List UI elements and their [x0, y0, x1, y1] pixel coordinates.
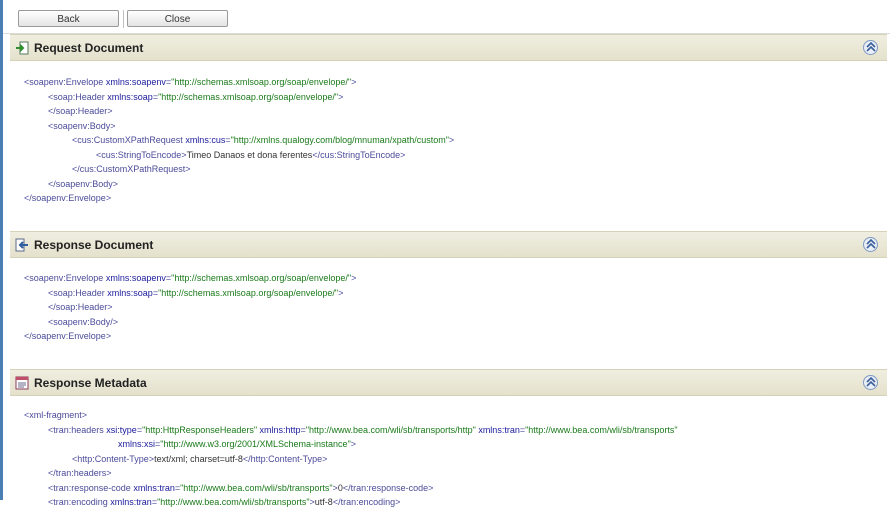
xml-token: >	[351, 77, 357, 87]
double-chevron-up-icon	[866, 377, 876, 387]
xml-line: <soapenv:Body>	[24, 119, 454, 134]
collapse-response-button[interactable]	[863, 237, 878, 252]
xml-line: <soap:Header xmlns:soap="http://schemas.…	[24, 286, 356, 301]
section-title: Response Document	[34, 238, 154, 252]
xml-token: <http:Content-Type>	[72, 453, 155, 464]
xml-token: "http://www.bea.com/wli/sb/transports"	[180, 482, 333, 493]
collapse-metadata-button[interactable]	[863, 375, 878, 390]
close-button[interactable]: Close	[127, 10, 228, 27]
xml-token: "http://schemas.xmlsoap.org/soap/envelop…	[171, 77, 352, 87]
xml-token: "http://www.bea.com/wli/sb/transports"	[525, 424, 678, 435]
xml-token: </tran:response-code>	[342, 482, 434, 493]
xml-token: </cus:StringToEncode>	[312, 149, 406, 160]
xml-token: <soapenv:Envelope	[24, 77, 106, 87]
xml-line: <xml-fragment>	[24, 408, 678, 423]
xml-token: <soapenv:Body>	[48, 120, 116, 131]
request-document-header[interactable]: Request Document	[10, 34, 887, 61]
xml-token: "http://schemas.xmlsoap.org/soap/envelop…	[171, 273, 352, 283]
xml-token: xmlns:tran	[478, 424, 520, 435]
double-chevron-up-icon	[866, 42, 876, 52]
window-left-edge	[0, 0, 3, 500]
arrow-out-icon	[15, 238, 28, 252]
xml-line: </soapenv:Envelope>	[24, 329, 356, 344]
xml-token: </soap:Header>	[48, 302, 113, 312]
xml-line: <tran:headers xsi:type="http:HttpRespons…	[24, 423, 678, 438]
section-title: Request Document	[34, 41, 144, 55]
xml-token: "http://www.w3.org/2001/XMLSchema-instan…	[160, 439, 351, 449]
xml-line: <tran:response-code xmlns:tran="http://w…	[24, 481, 678, 496]
xml-token: </soapenv:Envelope>	[24, 193, 112, 203]
xml-token: <tran:headers	[48, 424, 107, 435]
xml-token: "http://xmlns.qualogy.com/blog/mnuman/xp…	[230, 135, 449, 145]
xml-line: <soapenv:Body/>	[24, 315, 356, 330]
xml-token: <soapenv:Body/>	[48, 316, 119, 327]
response-metadata-header[interactable]: Response Metadata	[10, 369, 887, 396]
response-document-header[interactable]: Response Document	[10, 231, 887, 258]
document-list-icon	[15, 376, 29, 390]
xml-line: </soapenv:Envelope>	[24, 191, 454, 206]
xml-token: xsi:type	[106, 424, 137, 435]
xml-token: <tran:response-code	[48, 482, 134, 493]
xml-line: <cus:CustomXPathRequest xmlns:cus="http:…	[24, 133, 454, 148]
xml-token: xmlns:tran	[133, 482, 175, 493]
response-metadata-body: <xml-fragment> <tran:headers xsi:type="ht…	[24, 408, 678, 510]
xml-line: </cus:CustomXPathRequest>	[24, 162, 454, 177]
xml-line: xmlns:xsi="http://www.w3.org/2001/XMLSch…	[24, 437, 678, 452]
response-document-body: <soapenv:Envelope xmlns:soapenv="http://…	[24, 271, 356, 344]
xml-token: "http://www.bea.com/wli/sb/transports/ht…	[305, 424, 476, 435]
xml-token: "http:HttpResponseHeaders"	[142, 424, 258, 435]
xml-token: </http:Content-Type>	[242, 453, 328, 464]
xml-token: </soapenv:Envelope>	[24, 331, 112, 341]
request-document-body: <soapenv:Envelope xmlns:soapenv="http://…	[24, 75, 454, 206]
xml-line: </soapenv:Body>	[24, 177, 454, 192]
xml-token: xmlns:soap	[107, 287, 153, 298]
xml-line: <soapenv:Envelope xmlns:soapenv="http://…	[24, 75, 454, 90]
xml-token: <cus:CustomXPathRequest	[72, 135, 186, 145]
xml-token: xmlns:cus	[185, 135, 226, 145]
xml-token: <tran:encoding	[48, 497, 111, 507]
toolbar-separator	[123, 10, 124, 28]
xml-token: Timeo Danaos et dona ferentes	[186, 149, 313, 160]
xml-token: <xml-fragment>	[24, 410, 88, 420]
section-title: Response Metadata	[34, 376, 147, 390]
xml-token: <soap:Header	[48, 91, 108, 102]
xml-line: </soap:Header>	[24, 300, 356, 315]
xml-token: <soap:Header	[48, 287, 108, 298]
xml-token: >	[338, 91, 344, 102]
xml-token: <soapenv:Envelope	[24, 273, 106, 283]
collapse-request-button[interactable]	[863, 40, 878, 55]
xml-token: </tran:headers>	[48, 468, 112, 478]
xml-token: </cus:CustomXPathRequest>	[72, 164, 191, 174]
xml-line: <soapenv:Envelope xmlns:soapenv="http://…	[24, 271, 356, 286]
xml-token: "http://schemas.xmlsoap.org/soap/envelop…	[158, 91, 339, 102]
xml-token: </soapenv:Body>	[48, 178, 119, 189]
xml-token: >	[351, 273, 357, 283]
xml-token: <cus:StringToEncode>	[96, 149, 187, 160]
xml-token: xmlns:xsi	[118, 439, 156, 449]
xml-token: </soap:Header>	[48, 106, 113, 116]
double-chevron-up-icon	[866, 239, 876, 249]
xml-token: "http://www.bea.com/wli/sb/transports"	[157, 497, 310, 507]
xml-token: xmlns:soapenv	[105, 77, 166, 87]
xml-token: xmlns:http	[259, 424, 301, 435]
xml-token: xmlns:soapenv	[105, 273, 166, 283]
back-button[interactable]: Back	[18, 10, 119, 27]
toolbar: Back Close	[3, 0, 890, 34]
xml-line: <cus:StringToEncode>Timeo Danaos et dona…	[24, 148, 454, 163]
xml-token: "http://schemas.xmlsoap.org/soap/envelop…	[158, 287, 339, 298]
xml-line: <soap:Header xmlns:soap="http://schemas.…	[24, 90, 454, 105]
xml-token: utf-8	[314, 497, 333, 507]
xml-line: <http:Content-Type>text/xml; charset=utf…	[24, 452, 678, 467]
xml-token: </tran:encoding>	[332, 497, 401, 507]
xml-line: </tran:headers>	[24, 466, 678, 481]
xml-token: xmlns:soap	[107, 91, 153, 102]
xml-token: text/xml; charset=utf-8	[154, 453, 243, 464]
xml-line: </soap:Header>	[24, 104, 454, 119]
xml-token: xmlns:tran	[110, 497, 152, 507]
xml-token: >	[350, 439, 357, 449]
arrow-in-icon	[16, 41, 29, 55]
xml-token: >	[448, 135, 455, 145]
xml-token: >	[338, 287, 344, 298]
xml-line: <tran:encoding xmlns:tran="http://www.be…	[24, 495, 678, 510]
